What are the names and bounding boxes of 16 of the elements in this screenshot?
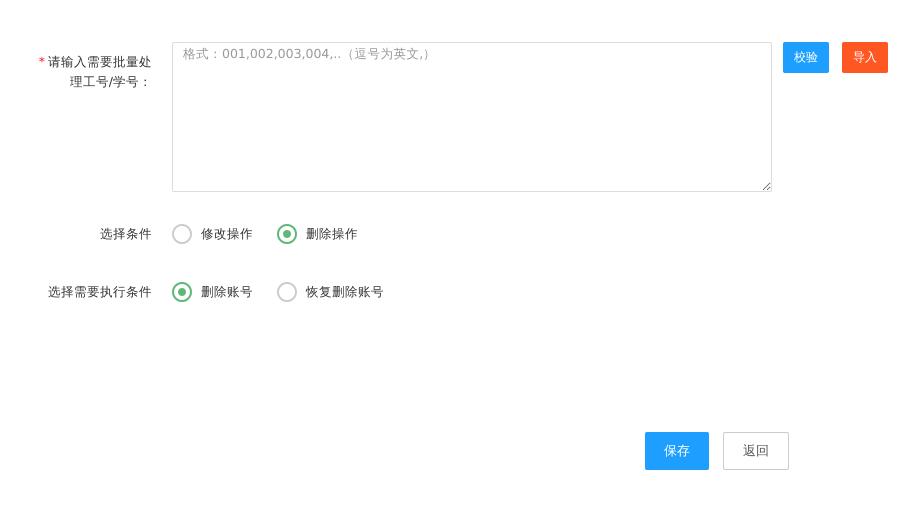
- radio-button[interactable]: [277, 282, 297, 302]
- radio-button[interactable]: [277, 224, 297, 244]
- option-label: 修改操作: [201, 226, 253, 242]
- import-button[interactable]: 导入: [842, 42, 888, 73]
- option-label: 恢复删除账号: [306, 284, 384, 300]
- ids-textarea[interactable]: 格式：001,002,003,004,..（逗号为英文,）: [172, 42, 772, 192]
- save-button[interactable]: 保存: [645, 432, 709, 470]
- option-label: 删除账号: [201, 284, 253, 300]
- radio-button[interactable]: [172, 282, 192, 302]
- radio-button[interactable]: [172, 224, 192, 244]
- group-label: 选择需要执行条件: [47, 283, 153, 301]
- option-label: 删除操作: [306, 226, 358, 242]
- back-button[interactable]: 返回: [723, 432, 789, 470]
- verify-button[interactable]: 校验: [783, 42, 829, 73]
- group-label: 选择条件: [99, 225, 153, 243]
- field-label: * 请输入需要批量处理工号/学号：: [38, 53, 153, 91]
